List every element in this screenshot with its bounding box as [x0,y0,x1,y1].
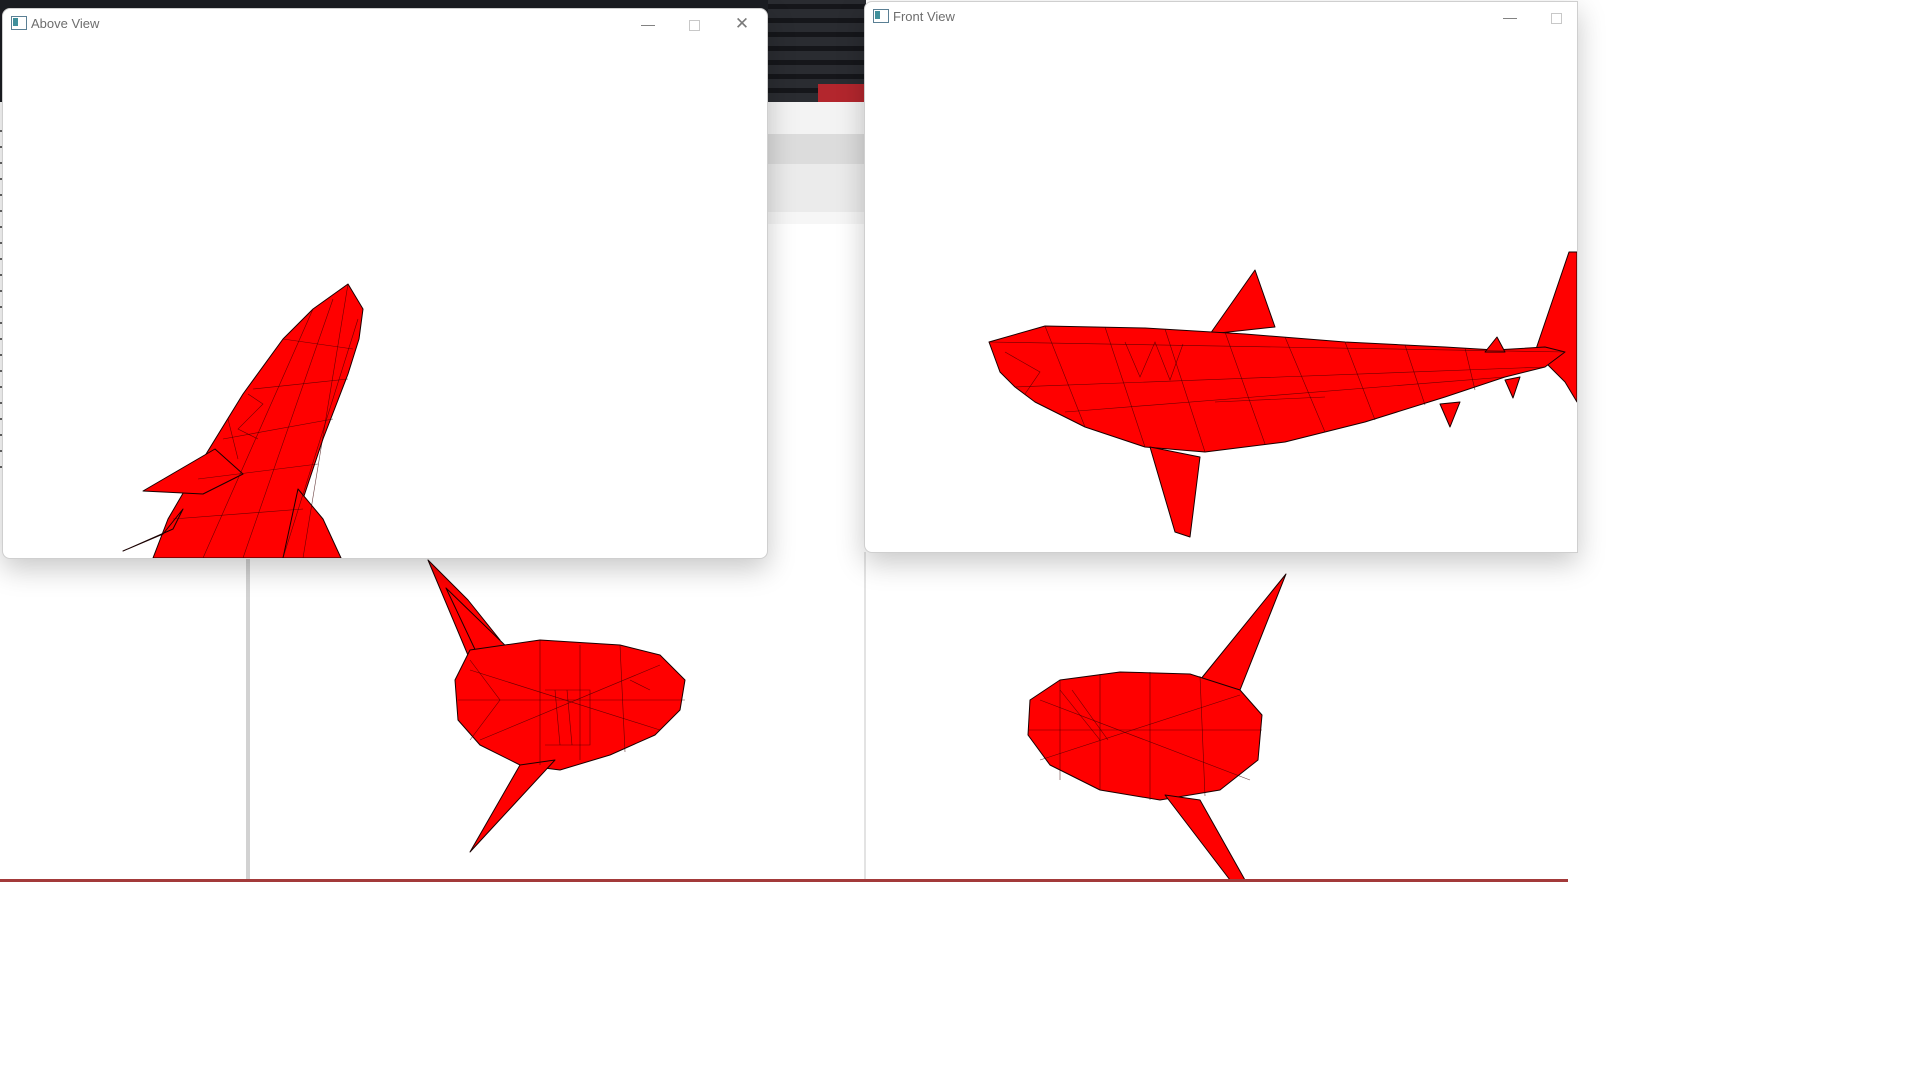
front-view-window[interactable]: Front View — [864,1,1578,553]
shark-model-above [122,283,364,558]
above-view-window[interactable]: Above View — ✕ [2,8,768,559]
front-view-canvas[interactable] [865,2,1577,552]
shark-model-front-right [1027,573,1287,881]
shark-model-side [988,251,1577,538]
taskbar-edge [0,879,1568,882]
shark-model-front-left [427,559,686,853]
above-view-canvas[interactable] [3,9,767,558]
